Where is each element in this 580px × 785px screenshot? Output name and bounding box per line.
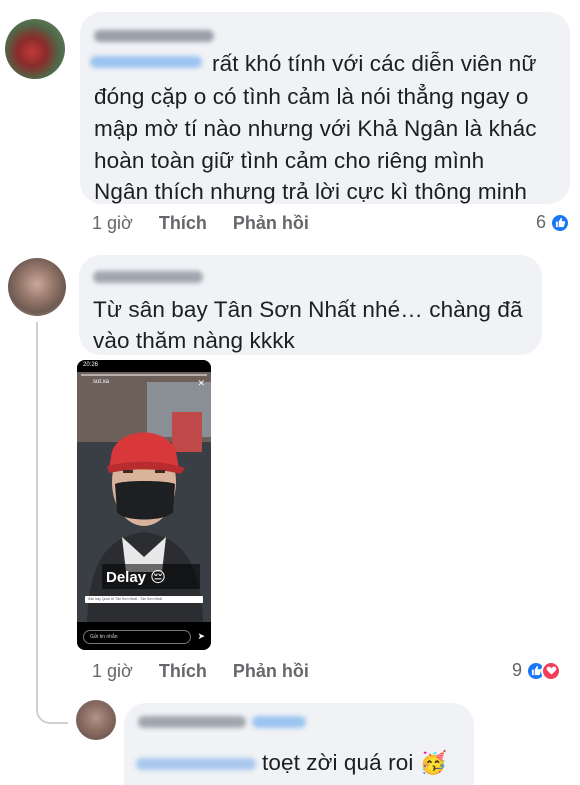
tagged-user[interactable]	[90, 56, 202, 68]
reaction-count: 6	[536, 212, 547, 232]
commenter-name[interactable]	[93, 271, 203, 283]
commenter-name[interactable]	[94, 30, 214, 42]
love-icon	[541, 660, 562, 681]
status-bar: 20:26	[77, 360, 211, 372]
like-icon	[550, 212, 571, 233]
reply-button[interactable]: Phản hồi	[233, 661, 309, 682]
status-time: 20:26	[83, 362, 99, 368]
like-button[interactable]: Thích	[159, 213, 207, 234]
comment-text-line: đóng cặp o có tình cảm là nói thẳng ngay…	[94, 84, 529, 109]
comment-text-line: hoàn toàn giữ tình cảm cho riêng mình	[94, 148, 485, 173]
comment-text-line: rất khó tính với các diễn viên nữ	[212, 51, 537, 76]
reply-button[interactable]: Phản hồi	[233, 213, 309, 234]
thread-hook	[36, 690, 68, 724]
commenter-avatar[interactable]	[76, 700, 116, 740]
partying-face-icon: 🥳	[419, 750, 448, 775]
comment-actions: 1 giờ Thích Phản hồi	[92, 213, 309, 234]
comment-text-line: vào thăm nàng kkkk	[93, 328, 295, 353]
emoji-icon: 😔	[150, 569, 166, 586]
commenter-avatar[interactable]	[5, 19, 65, 79]
commenter-avatar[interactable]	[8, 258, 66, 316]
send-icon[interactable]: ➤	[197, 631, 205, 642]
comment-text-line: toẹt zời quá roi 🥳	[262, 747, 447, 778]
commenter-name[interactable]	[138, 716, 246, 728]
reaction-summary[interactable]: 9	[512, 660, 562, 681]
story-username: sut.xa	[93, 379, 110, 385]
comment-actions: 1 giờ Thích Phản hồi	[92, 661, 309, 682]
story-reply-bar: Gửi tin nhắn ➤	[77, 622, 211, 650]
tagged-user[interactable]	[252, 716, 306, 728]
attached-story-image[interactable]: 20:26 sut.xa ✕ Gửi tin nhắn ➤	[77, 360, 211, 650]
comment-text-line: Từ sân bay Tân Sơn Nhất nhé… chàng đã	[93, 297, 523, 322]
reaction-count: 9	[512, 660, 523, 680]
story-progress-bar	[81, 374, 207, 376]
delay-sticker-text: Delay	[106, 569, 147, 586]
delay-sticker: Delay 😔	[106, 568, 166, 586]
reaction-summary[interactable]: 6	[536, 212, 571, 233]
thread-line	[36, 322, 38, 707]
location-sticker: Sân bay Quốc tế Tân Sơn Nhất - Tân Sơn N…	[85, 596, 203, 603]
story-reply-input[interactable]: Gửi tin nhắn	[83, 630, 191, 644]
comment-text-line: Ngân thích nhưng trả lời cực kì thông mi…	[94, 179, 528, 204]
comment-time[interactable]: 1 giờ	[92, 661, 133, 682]
reply-text: toẹt zời quá roi	[262, 750, 414, 775]
like-button[interactable]: Thích	[159, 661, 207, 682]
comment-time[interactable]: 1 giờ	[92, 213, 133, 234]
tagged-user[interactable]	[136, 758, 256, 770]
comment-text-line: mập mờ tí nào nhưng với Khả Ngân là khác	[94, 116, 537, 141]
close-icon[interactable]: ✕	[197, 378, 205, 389]
